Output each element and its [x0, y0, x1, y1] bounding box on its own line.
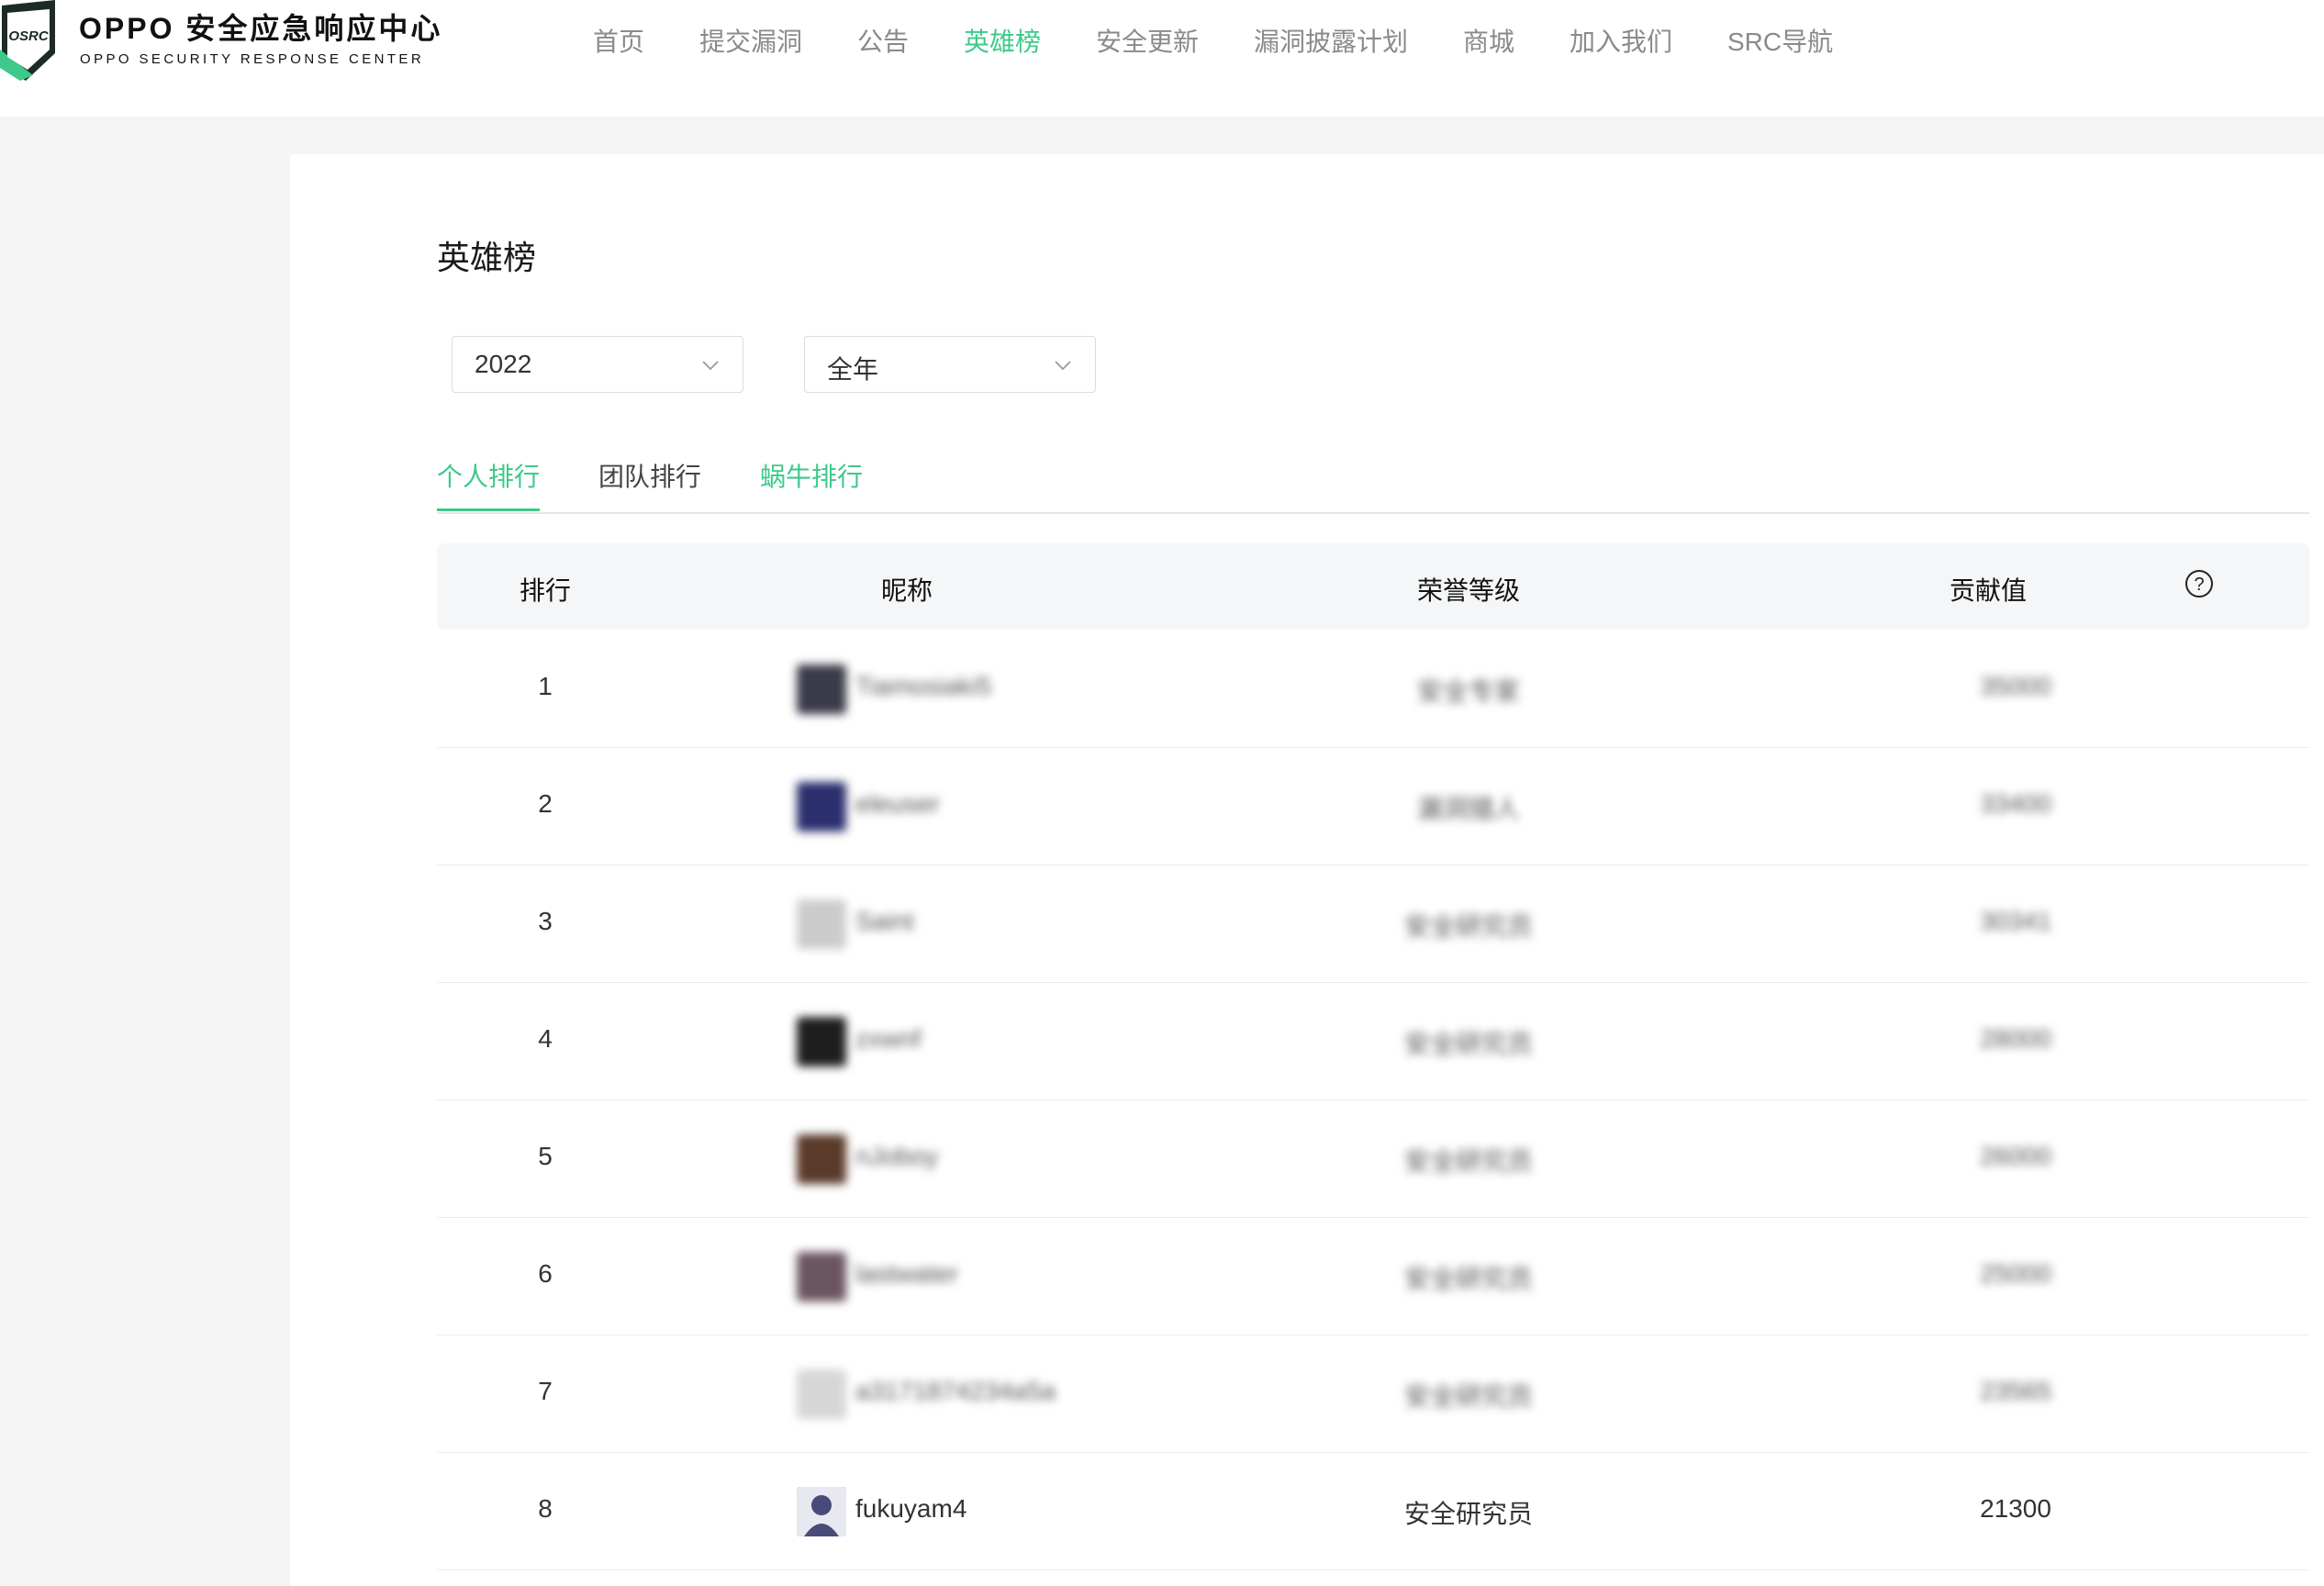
rank-cell: 4: [538, 1024, 553, 1053]
nickname-text: zxwnf: [855, 1024, 922, 1053]
nav-announcements[interactable]: 公告: [857, 22, 909, 59]
nickname-text: Tiamosiaki5: [855, 672, 992, 700]
ranking-tabs: 个人排行 团队排行 蜗牛排行: [437, 457, 2309, 514]
period-select-value: 全年: [827, 355, 879, 384]
period-select[interactable]: 全年: [804, 336, 1096, 393]
level-cell: 安全专家: [1416, 677, 1521, 706]
table-row[interactable]: 3 Saint 安全研究员 30341: [437, 865, 2309, 983]
score-cell: 26000: [1980, 1142, 2051, 1170]
avatar: [797, 782, 846, 832]
nav-security-updates[interactable]: 安全更新: [1096, 22, 1199, 59]
shield-logo-icon: OSRC: [0, 0, 55, 81]
header-level: 荣誉等级: [1416, 576, 1521, 605]
header-nickname: 昵称: [880, 576, 933, 605]
table-row[interactable]: 1 Tiamosiaki5 安全专家 35000: [437, 630, 2309, 748]
header-rank: 排行: [519, 576, 572, 605]
table-row[interactable]: 6 lastwater 安全研究员 25000: [437, 1217, 2309, 1335]
page-title: 英雄榜: [437, 239, 537, 276]
site-subtitle: OPPO SECURITY RESPONSE CENTER: [80, 51, 425, 67]
rank-cell: 3: [538, 907, 553, 935]
avatar: [797, 1252, 846, 1301]
svg-text:OSRC: OSRC: [8, 28, 50, 44]
chevron-down-icon: [1055, 361, 1071, 371]
header-score: 贡献值: [1949, 576, 2028, 605]
avatar: [797, 1017, 846, 1067]
help-question-icon[interactable]: ?: [2184, 569, 2214, 598]
score-cell: 21300: [1980, 1494, 2051, 1523]
nav-src-navigation[interactable]: SRC导航: [1727, 22, 1833, 59]
table-row[interactable]: 5 nJoboy 安全研究员 26000: [437, 1100, 2309, 1218]
table-header: 排行 昵称 荣誉等级 贡献值 ?: [437, 543, 2309, 630]
rank-cell: 1: [538, 672, 553, 700]
nav-disclosure-program[interactable]: 漏洞披露计划: [1254, 22, 1408, 59]
score-cell: 33400: [1980, 789, 2051, 818]
score-cell: 23565: [1980, 1377, 2051, 1405]
rank-cell: 5: [538, 1142, 553, 1170]
avatar: [797, 665, 846, 714]
top-header: OSRC OPPO 安全应急响应中心 OPPO SECURITY RESPONS…: [0, 0, 2324, 117]
level-cell: 安全研究员: [1403, 1030, 1534, 1058]
avatar: [797, 899, 846, 949]
score-cell: 35000: [1980, 672, 2051, 700]
score-cell: 28000: [1980, 1024, 2051, 1053]
table-row[interactable]: 2 eleuser 漏洞猎人 33400: [437, 747, 2309, 866]
nickname-text: a3171874234a5a: [855, 1377, 1056, 1405]
tab-team-ranking[interactable]: 团队排行: [598, 457, 701, 494]
table-row[interactable]: 7 a3171874234a5a 安全研究员 23565: [437, 1335, 2309, 1453]
level-cell: 安全研究员: [1403, 1147, 1534, 1176]
level-cell: 漏洞猎人: [1416, 795, 1521, 823]
year-select-value: 2022: [475, 350, 532, 378]
nav-home[interactable]: 首页: [593, 22, 644, 59]
nickname-text: nJoboy: [855, 1142, 939, 1170]
rank-cell: 6: [538, 1259, 553, 1288]
tab-personal-ranking[interactable]: 个人排行: [437, 457, 540, 494]
rank-cell: 8: [538, 1494, 553, 1523]
chevron-down-icon: [702, 361, 719, 371]
avatar: [797, 1369, 846, 1419]
score-cell: 25000: [1980, 1259, 2051, 1288]
year-select[interactable]: 2022: [452, 336, 743, 393]
level-cell: 安全研究员: [1403, 1500, 1534, 1528]
level-cell: 安全研究员: [1403, 912, 1534, 941]
active-tab-indicator: [437, 508, 540, 511]
nickname-text: Saint: [855, 907, 914, 935]
score-cell: 30341: [1980, 907, 2051, 935]
level-cell: 安全研究员: [1403, 1265, 1534, 1293]
site-title: OPPO 安全应急响应中心: [79, 12, 443, 45]
rank-cell: 2: [538, 789, 553, 818]
nav-submit-vuln[interactable]: 提交漏洞: [699, 22, 802, 59]
svg-text:?: ?: [2194, 575, 2204, 595]
table-row[interactable]: 4 zxwnf 安全研究员 28000: [437, 982, 2309, 1100]
main-content: 英雄榜 2022 全年 个人排行 团队排行 蜗牛排行 排行 昵称 荣誉等级 贡献…: [290, 154, 2324, 1586]
table-row[interactable]: 8 fukuyam4 安全研究员 21300: [437, 1452, 2309, 1570]
nickname-text: fukuyam4: [855, 1494, 967, 1523]
rank-cell: 7: [538, 1377, 553, 1405]
nickname-text: eleuser: [855, 789, 940, 818]
nav-shop[interactable]: 商城: [1463, 22, 1514, 59]
tab-snail-ranking[interactable]: 蜗牛排行: [760, 457, 863, 494]
nav-join-us[interactable]: 加入我们: [1570, 22, 1672, 59]
nickname-text: lastwater: [855, 1259, 959, 1288]
avatar: [797, 1134, 846, 1184]
level-cell: 安全研究员: [1403, 1382, 1534, 1411]
nav-hall-of-fame[interactable]: 英雄榜: [964, 22, 1041, 59]
avatar: [797, 1487, 846, 1536]
user-avatar-icon: [797, 1487, 846, 1536]
